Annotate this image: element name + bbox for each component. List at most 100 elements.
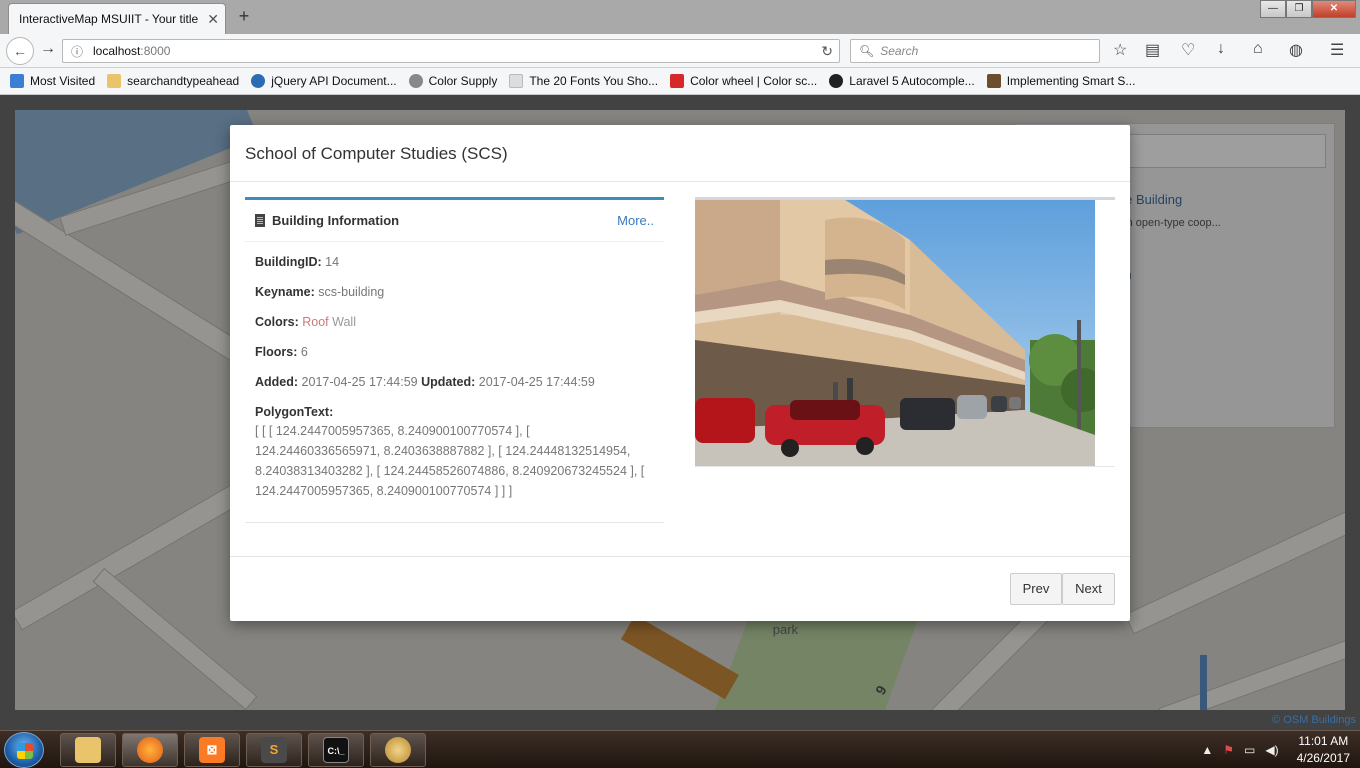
search-bar[interactable]: 🔍︎ Search xyxy=(850,39,1100,63)
windows-logo-icon xyxy=(17,743,33,759)
bookmark-item[interactable]: Implementing Smart S... xyxy=(986,74,1135,88)
building-id-row: BuildingID: 14 xyxy=(255,254,654,271)
download-icon[interactable]: ↓ xyxy=(1217,40,1225,58)
field-label: PolygonText: xyxy=(255,405,334,419)
building-photo-image xyxy=(695,200,1095,466)
added-value: 2017-04-25 17:44:59 xyxy=(301,375,418,389)
taskbar-firefox[interactable] xyxy=(122,733,178,767)
bookmark-item[interactable]: The 20 Fonts You Sho... xyxy=(509,74,658,88)
bookmarks-toolbar: Most Visited searchandtypeahead jQuery A… xyxy=(0,68,1360,95)
building-modal: School of Computer Studies (SCS) Buildin… xyxy=(230,125,1130,621)
bookmark-star-icon[interactable]: ☆ xyxy=(1113,40,1127,60)
sync-icon[interactable]: ◍ xyxy=(1289,40,1303,60)
network-icon[interactable]: ▭ xyxy=(1244,743,1255,757)
folder-icon xyxy=(75,737,101,763)
info-panel-title: Building Information xyxy=(272,213,400,228)
url-host: localhost xyxy=(93,44,141,58)
folder-icon xyxy=(107,74,122,88)
sublime-icon: S xyxy=(261,737,287,763)
building-info-panel: Building Information More.. BuildingID: … xyxy=(245,197,664,523)
home-icon[interactable]: ⌂ xyxy=(1253,40,1263,58)
taskbar-sublime[interactable]: S xyxy=(246,733,302,767)
roof-color-value: Roof xyxy=(302,315,329,329)
keyname-value: scs-building xyxy=(318,285,385,299)
taskbar-paint[interactable] xyxy=(370,733,426,767)
bookmark-item[interactable]: Most Visited xyxy=(10,74,95,88)
taskbar-explorer[interactable] xyxy=(60,733,116,767)
browser-tab-bar: InteractiveMap MSUIIT - Your title ✕ + —… xyxy=(0,0,1360,34)
keyname-row: Keyname: scs-building xyxy=(255,284,654,301)
floors-value: 6 xyxy=(300,345,308,359)
terminal-icon: C:\_ xyxy=(323,737,349,763)
modal-header: School of Computer Studies (SCS) xyxy=(230,125,1130,182)
more-link[interactable]: More.. xyxy=(617,213,654,228)
url-port: :8000 xyxy=(140,44,171,58)
field-label: BuildingID: xyxy=(255,255,322,269)
clock-time: 11:01 AM xyxy=(1298,734,1349,748)
search-placeholder: Search xyxy=(880,44,919,58)
field-label: Floors: xyxy=(255,345,298,359)
url-bar[interactable]: ⓘ localhost:8000 ↻ xyxy=(62,39,840,63)
menu-icon[interactable]: ☰ xyxy=(1330,40,1344,60)
forward-icon[interactable]: → xyxy=(40,40,56,58)
bookmark-item[interactable]: searchandtypeahead xyxy=(107,74,239,88)
start-button[interactable] xyxy=(4,732,44,768)
action-center-icon[interactable]: ⚑ xyxy=(1223,743,1234,757)
reload-icon[interactable]: ↻ xyxy=(821,43,833,60)
bookmark-favicon-icon xyxy=(509,74,524,88)
navigation-bar: ← → ⓘ localhost:8000 ↻ 🔍︎ Search ☆ ▤ ♡ ↓… xyxy=(0,34,1360,68)
windows-taskbar: ⊠ S C:\_ ▲ ⚑ ▭ ◀) 11:01 AM 4/26/2017 xyxy=(0,730,1360,768)
building-id-value: 14 xyxy=(325,255,340,269)
field-label: Colors: xyxy=(255,315,299,329)
bookmark-item[interactable]: Laravel 5 Autocomple... xyxy=(829,74,975,88)
close-window-button[interactable]: ✕ xyxy=(1312,0,1356,18)
modal-title: School of Computer Studies (SCS) xyxy=(245,144,508,163)
taskbar-terminal[interactable]: C:\_ xyxy=(308,733,364,767)
info-panel-body: BuildingID: 14 Keyname: scs-building Col… xyxy=(245,242,664,501)
bookmark-item[interactable]: Color Supply xyxy=(408,74,497,88)
building-photo-frame xyxy=(695,197,1115,467)
system-tray: ▲ ⚑ ▭ ◀) 11:01 AM 4/26/2017 xyxy=(1201,731,1350,768)
url-text: localhost:8000 xyxy=(93,44,170,58)
floors-row: Floors: 6 xyxy=(255,344,654,361)
bookmark-favicon-icon xyxy=(251,74,266,88)
next-button[interactable]: Next xyxy=(1062,573,1115,605)
reading-list-icon[interactable]: ▤ xyxy=(1145,40,1160,60)
browser-tab[interactable]: InteractiveMap MSUIIT - Your title ✕ xyxy=(8,3,226,34)
back-button[interactable]: ← xyxy=(6,37,34,65)
tab-title: InteractiveMap MSUIIT - Your title xyxy=(19,12,199,26)
tab-close-icon[interactable]: ✕ xyxy=(207,11,219,28)
bookmark-favicon-icon xyxy=(986,74,1001,88)
colors-row: Colors: Roof Wall xyxy=(255,314,654,331)
pocket-icon[interactable]: ♡ xyxy=(1181,40,1195,60)
prev-button[interactable]: Prev xyxy=(1010,573,1062,605)
field-label: Updated: xyxy=(421,375,476,389)
osm-credit-link[interactable]: © OSM Buildings xyxy=(1272,714,1356,726)
bookmark-favicon-icon xyxy=(408,74,423,88)
building-icon xyxy=(255,214,265,227)
site-info-icon[interactable]: ⓘ xyxy=(71,43,83,60)
window-controls: — ❐ ✕ xyxy=(1260,0,1356,18)
field-label: Added: xyxy=(255,375,299,389)
search-icon: 🔍︎ xyxy=(859,44,875,58)
clock-date: 4/26/2017 xyxy=(1296,751,1350,765)
taskbar-xampp[interactable]: ⊠ xyxy=(184,733,240,767)
bookmark-item[interactable]: jQuery API Document... xyxy=(251,74,397,88)
bookmark-item[interactable]: Color wheel | Color sc... xyxy=(670,74,817,88)
system-clock[interactable]: 11:01 AM 4/26/2017 xyxy=(1297,733,1350,767)
maximize-button[interactable]: ❐ xyxy=(1286,0,1312,18)
polygon-value: [ [ [ 124.2447005957365, 8.2409001007705… xyxy=(255,424,645,498)
polygon-row: PolygonText: [ [ [ 124.2447005957365, 8.… xyxy=(255,404,654,501)
field-label: Keyname: xyxy=(255,285,315,299)
minimize-button[interactable]: — xyxy=(1260,0,1286,18)
firefox-icon xyxy=(137,737,163,763)
building-photo xyxy=(695,200,1095,466)
bookmark-favicon-icon xyxy=(829,74,844,88)
timestamps-row: Added: 2017-04-25 17:44:59 Updated: 2017… xyxy=(255,374,654,391)
volume-icon[interactable]: ◀) xyxy=(1265,743,1278,757)
new-tab-button[interactable]: + xyxy=(234,6,254,27)
xampp-icon: ⊠ xyxy=(199,737,225,763)
modal-footer: Prev Next xyxy=(230,556,1130,621)
paint-icon xyxy=(385,737,411,763)
tray-expand-icon[interactable]: ▲ xyxy=(1201,743,1213,757)
